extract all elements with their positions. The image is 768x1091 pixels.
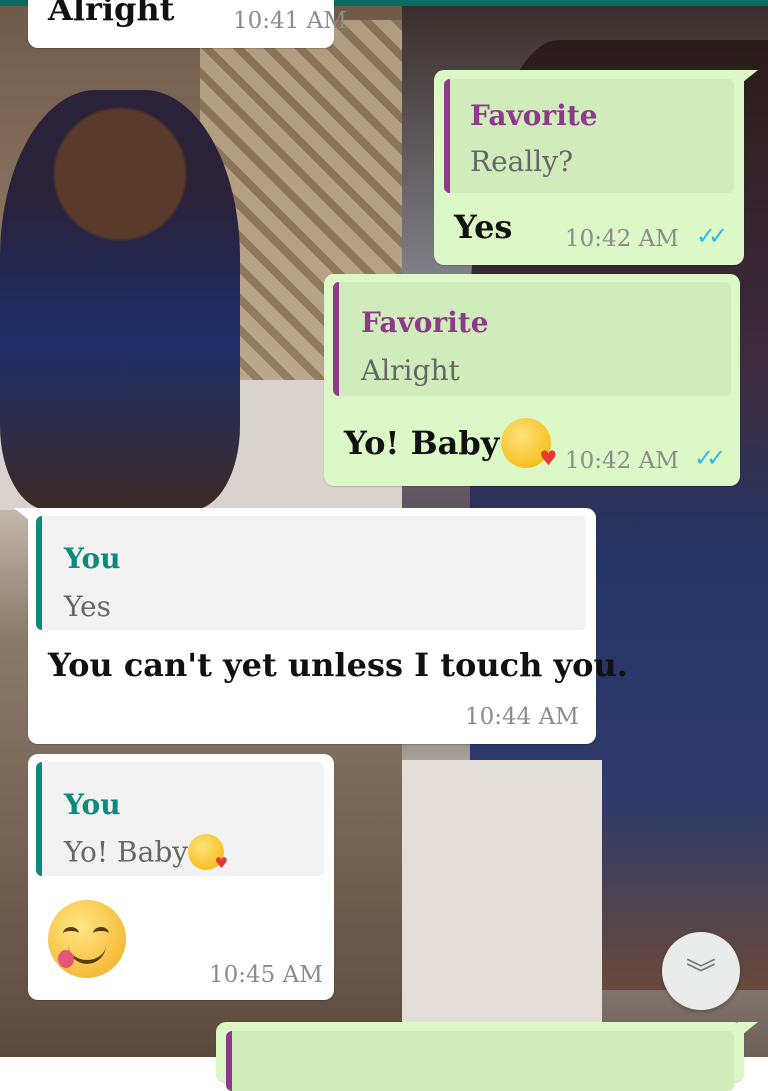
bubble-tail <box>738 70 758 86</box>
quoted-sender: You <box>64 542 121 575</box>
yum-face-emoji-icon <box>48 900 126 978</box>
quote-bar <box>333 282 339 396</box>
double-chevron-down-icon: ︾ <box>686 957 716 992</box>
message-bubble-outgoing[interactable] <box>216 1022 758 1091</box>
message-text: Yo! Baby <box>344 424 500 462</box>
message-time: 10:41 AM <box>233 8 347 34</box>
quoted-body: Yo! Baby <box>64 834 228 872</box>
quote-bar <box>36 762 42 876</box>
message-time: 10:42 AM <box>565 226 679 252</box>
quoted-message[interactable]: You Yo! Baby <box>36 762 324 876</box>
quoted-message[interactable] <box>226 1031 734 1091</box>
quote-bar <box>36 516 42 630</box>
wallpaper-floor-right <box>402 760 602 1057</box>
quote-bar <box>226 1031 232 1091</box>
quoted-sender: Favorite <box>470 99 598 132</box>
double-check-icon: ✓✓ <box>694 444 726 472</box>
message-text: You can't yet unless I touch you. <box>48 646 628 684</box>
quoted-message[interactable]: You Yes <box>36 516 586 630</box>
double-check-icon: ✓✓ <box>696 222 728 250</box>
quoted-text: Yes <box>64 590 111 623</box>
kissing-heart-emoji-icon <box>501 418 557 470</box>
quoted-message[interactable]: Favorite Really? <box>444 79 734 193</box>
scroll-to-bottom-button[interactable]: ︾ <box>662 932 740 1010</box>
message-text: Yes <box>454 208 513 246</box>
quoted-sender: You <box>64 788 121 821</box>
quoted-text: Yo! Baby <box>64 835 189 869</box>
message-time: 10:42 AM <box>565 448 679 474</box>
quoted-message[interactable]: Favorite Alright <box>333 282 731 396</box>
quoted-text: Alright <box>361 354 460 387</box>
bubble-tail <box>14 508 34 524</box>
message-time: 10:44 AM <box>465 704 579 730</box>
message-body: Yo! Baby <box>344 418 557 470</box>
wallpaper-person <box>0 90 240 510</box>
message-bubble-incoming[interactable]: Alright 10:41 AM <box>28 0 347 48</box>
message-bubble-incoming[interactable]: You Yo! Baby 10:45 AM <box>28 754 334 1000</box>
kissing-heart-emoji-icon <box>188 834 228 872</box>
message-bubble-outgoing[interactable]: Favorite Alright Yo! Baby 10:42 AM ✓✓ <box>324 274 740 486</box>
quoted-sender: Favorite <box>361 306 489 339</box>
bubble-tail <box>738 1022 758 1038</box>
quoted-text: Really? <box>470 145 574 178</box>
message-bubble-incoming[interactable]: You Yes You can't yet unless I touch you… <box>14 508 628 744</box>
message-time: 10:45 AM <box>209 962 323 988</box>
message-bubble-outgoing[interactable]: Favorite Really? Yes 10:42 AM ✓✓ <box>434 70 758 265</box>
message-text: Alright <box>48 0 175 28</box>
quote-bar <box>444 79 450 193</box>
